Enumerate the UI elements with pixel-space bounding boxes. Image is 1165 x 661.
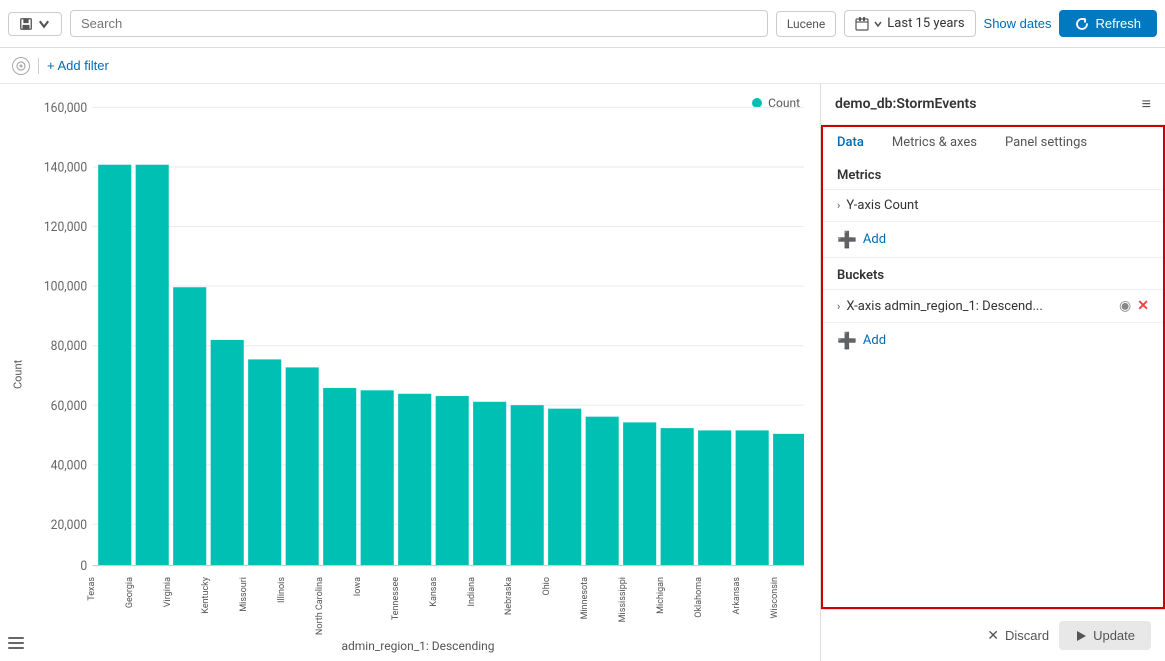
buckets-item: › X-axis admin_region_1: Descend... ◉ ✕ — [823, 290, 1163, 323]
metrics-add-button[interactable]: ➕ Add — [823, 222, 1163, 257]
svg-text:0: 0 — [80, 560, 87, 574]
search-input[interactable] — [70, 10, 768, 37]
x-axis-title: admin_region_1: Descending — [32, 637, 804, 653]
svg-text:60,000: 60,000 — [51, 400, 88, 414]
metrics-add-icon: ➕ — [837, 230, 857, 249]
x-label-virginia: Virginia — [163, 577, 197, 607]
add-filter-button[interactable]: + Add filter — [47, 58, 109, 73]
show-dates-button[interactable]: Show dates — [984, 16, 1052, 31]
save-button[interactable] — [8, 12, 62, 36]
x-axis-labels: Texas Georgia Virginia Kentucky Missouri… — [32, 577, 804, 637]
x-label-kentucky: Kentucky — [201, 577, 235, 614]
x-label-north-carolina: North Carolina — [315, 577, 349, 635]
metrics-item-label: Y-axis Count — [846, 198, 1149, 213]
filter-bar: + Add filter — [0, 48, 1165, 84]
buckets-item-label: X-axis admin_region_1: Descend... — [846, 299, 1113, 314]
x-label-kansas: Kansas — [429, 577, 463, 607]
buckets-chevron[interactable]: › — [837, 300, 840, 313]
update-play-icon — [1075, 630, 1087, 642]
tab-data[interactable]: Data — [823, 127, 878, 160]
svg-text:160,000: 160,000 — [44, 102, 87, 116]
toolbar: Lucene Last 15 years Show dates Refresh — [0, 0, 1165, 48]
refresh-button[interactable]: Refresh — [1059, 10, 1157, 37]
chart-inner: 160,000 140,000 120,000 100,000 80,000 6… — [32, 96, 804, 653]
discard-button[interactable]: ✕ Discard — [987, 627, 1049, 644]
svg-text:140,000: 140,000 — [44, 161, 87, 175]
x-label-texas: Texas — [87, 577, 121, 601]
main-layout: Count Count — [0, 84, 1165, 661]
chevron-down-icon2 — [873, 19, 883, 29]
svg-text:100,000: 100,000 — [44, 281, 87, 295]
x-label-tennessee: Tennessee — [391, 577, 425, 620]
bar-chart-svg: 160,000 140,000 120,000 100,000 80,000 6… — [32, 96, 804, 577]
panel-tabs: Data Metrics & axes Panel settings — [821, 125, 1165, 158]
x-label-arkansas: Arkansas — [732, 577, 766, 615]
x-label-nebraska: Nebraska — [504, 577, 538, 615]
x-label-indiana: Indiana — [467, 577, 501, 606]
chevron-down-icon — [37, 17, 51, 31]
panel-content: Metrics › Y-axis Count ➕ Add Buckets › X… — [821, 158, 1165, 609]
eye-icon[interactable]: ◉ — [1119, 298, 1131, 314]
panel-menu-icon[interactable]: ≡ — [1142, 94, 1151, 114]
metrics-section-header: Metrics — [823, 158, 1163, 190]
discard-label: Discard — [1005, 628, 1049, 643]
x-label-oklahoma: Oklahoma — [694, 577, 728, 618]
y-axis-label: Count — [8, 96, 28, 653]
x-label-mississippi: Mississippi — [618, 577, 652, 622]
x-label-illinois: Illinois — [277, 577, 311, 603]
x-label-minnesota: Minnesota — [580, 577, 614, 619]
buckets-add-label: Add — [863, 333, 886, 348]
panel-footer: ✕ Discard Update — [821, 609, 1165, 661]
svg-text:80,000: 80,000 — [51, 340, 88, 354]
chart-wrapper: Count — [8, 96, 804, 653]
update-button[interactable]: Update — [1059, 621, 1151, 650]
x-label-iowa: Iowa — [353, 577, 387, 596]
lucene-toggle[interactable]: Lucene — [776, 11, 836, 37]
refresh-icon — [1075, 17, 1089, 31]
chart-area: Count Count — [0, 84, 820, 661]
svg-text:40,000: 40,000 — [51, 459, 88, 473]
x-label-wisconsin: Wisconsin — [770, 577, 804, 618]
metrics-chevron[interactable]: › — [837, 199, 840, 212]
filter-options-icon[interactable] — [12, 57, 30, 75]
svg-text:120,000: 120,000 — [44, 221, 87, 235]
save-icon — [19, 17, 33, 31]
filter-divider — [38, 58, 39, 74]
x-label-michigan: Michigan — [656, 577, 690, 614]
right-panel: demo_db:StormEvents ≡ Data Metrics & axe… — [820, 84, 1165, 661]
metrics-add-label: Add — [863, 232, 886, 247]
chart-menu-icon[interactable] — [8, 637, 24, 653]
x-label-georgia: Georgia — [125, 577, 159, 608]
close-icon[interactable]: ✕ — [1137, 298, 1149, 314]
refresh-label: Refresh — [1095, 16, 1141, 31]
time-range-label: Last 15 years — [887, 16, 964, 31]
x-label-missouri: Missouri — [239, 577, 273, 612]
calendar-icon — [855, 17, 869, 31]
metrics-item: › Y-axis Count — [823, 190, 1163, 222]
buckets-add-button[interactable]: ➕ Add — [823, 323, 1163, 358]
panel-header: demo_db:StormEvents ≡ — [821, 84, 1165, 125]
buckets-add-icon: ➕ — [837, 331, 857, 350]
time-range-picker[interactable]: Last 15 years — [844, 10, 975, 37]
buckets-section-header: Buckets — [823, 258, 1163, 290]
x-label-container: Texas Georgia Virginia Kentucky Missouri… — [87, 577, 804, 637]
panel-title: demo_db:StormEvents — [835, 96, 976, 112]
tab-panel-settings[interactable]: Panel settings — [991, 127, 1101, 160]
x-label-ohio: Ohio — [542, 577, 576, 595]
svg-text:20,000: 20,000 — [51, 519, 88, 533]
discard-x-icon: ✕ — [987, 627, 999, 644]
tab-metrics-axes[interactable]: Metrics & axes — [878, 127, 991, 160]
circle-icon — [16, 61, 26, 71]
chart-grid-area: 160,000 140,000 120,000 100,000 80,000 6… — [32, 96, 804, 577]
update-label: Update — [1093, 628, 1135, 643]
